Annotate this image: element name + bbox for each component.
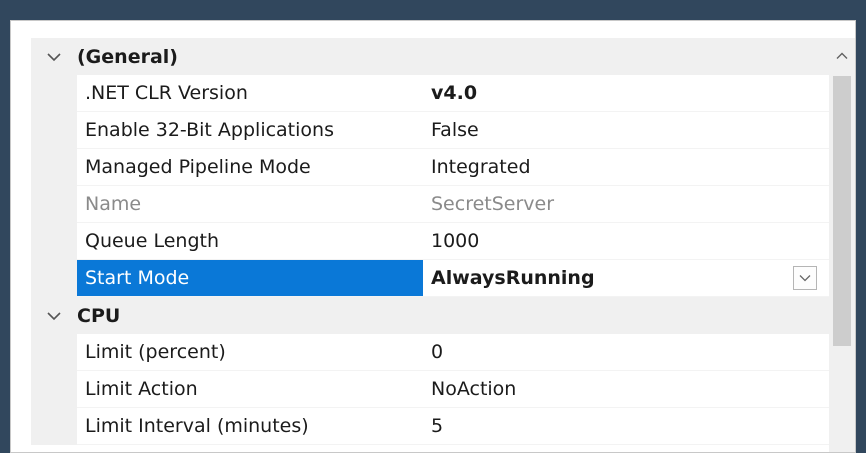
- property-grid: (General) .NET CLR Version v4.0 Enable 3…: [31, 38, 829, 445]
- property-name[interactable]: Enable 32-Bit Applications: [77, 112, 423, 149]
- property-row-name[interactable]: Name SecretServer: [31, 186, 829, 223]
- property-name[interactable]: .NET CLR Version: [77, 75, 423, 112]
- row-gutter: [31, 371, 77, 408]
- property-row-start-mode[interactable]: Start Mode AlwaysRunning: [31, 260, 829, 297]
- scroll-up-button[interactable]: [829, 38, 855, 74]
- category-label: (General): [77, 45, 178, 68]
- property-value: AlwaysRunning: [431, 267, 595, 289]
- property-grid-panel: (General) .NET CLR Version v4.0 Enable 3…: [10, 20, 856, 453]
- property-value[interactable]: NoAction: [423, 371, 829, 408]
- property-row-enable-32bit[interactable]: Enable 32-Bit Applications False: [31, 112, 829, 149]
- property-row-clr-version[interactable]: .NET CLR Version v4.0: [31, 75, 829, 112]
- property-value: SecretServer: [423, 186, 829, 223]
- property-value[interactable]: v4.0: [423, 75, 829, 112]
- row-gutter: [31, 223, 77, 260]
- property-name[interactable]: Limit Interval (minutes): [77, 408, 423, 445]
- property-name[interactable]: Queue Length: [77, 223, 423, 260]
- property-row-pipeline-mode[interactable]: Managed Pipeline Mode Integrated: [31, 149, 829, 186]
- scroll-thumb[interactable]: [833, 76, 851, 346]
- row-gutter: [31, 260, 77, 297]
- property-row-limit-percent[interactable]: Limit (percent) 0: [31, 334, 829, 371]
- category-general[interactable]: (General): [31, 38, 829, 75]
- property-value[interactable]: 5: [423, 408, 829, 445]
- start-mode-select[interactable]: AlwaysRunning: [423, 260, 829, 297]
- property-row-limit-interval[interactable]: Limit Interval (minutes) 5: [31, 408, 829, 445]
- property-name[interactable]: Start Mode: [77, 260, 423, 297]
- row-gutter: [31, 186, 77, 223]
- property-value[interactable]: 0: [423, 334, 829, 371]
- property-value[interactable]: 1000: [423, 223, 829, 260]
- row-gutter: [31, 75, 77, 112]
- category-label: CPU: [77, 304, 121, 327]
- chevron-down-icon: [799, 275, 811, 282]
- window-frame: (General) .NET CLR Version v4.0 Enable 3…: [0, 0, 866, 453]
- chevron-up-icon: [836, 52, 848, 59]
- row-gutter: [31, 112, 77, 149]
- property-name[interactable]: Limit (percent): [77, 334, 423, 371]
- row-gutter: [31, 334, 77, 371]
- property-name[interactable]: Managed Pipeline Mode: [77, 149, 423, 186]
- category-cpu[interactable]: CPU: [31, 297, 829, 334]
- property-row-queue-length[interactable]: Queue Length 1000: [31, 223, 829, 260]
- row-gutter: [31, 408, 77, 445]
- property-row-limit-action[interactable]: Limit Action NoAction: [31, 371, 829, 408]
- property-value[interactable]: False: [423, 112, 829, 149]
- chevron-down-icon[interactable]: [31, 38, 77, 75]
- dropdown-button[interactable]: [793, 266, 817, 290]
- property-name[interactable]: Limit Action: [77, 371, 423, 408]
- property-value[interactable]: Integrated: [423, 149, 829, 186]
- property-name[interactable]: Name: [77, 186, 423, 223]
- vertical-scrollbar[interactable]: [829, 38, 855, 452]
- chevron-down-icon[interactable]: [31, 297, 77, 334]
- row-gutter: [31, 149, 77, 186]
